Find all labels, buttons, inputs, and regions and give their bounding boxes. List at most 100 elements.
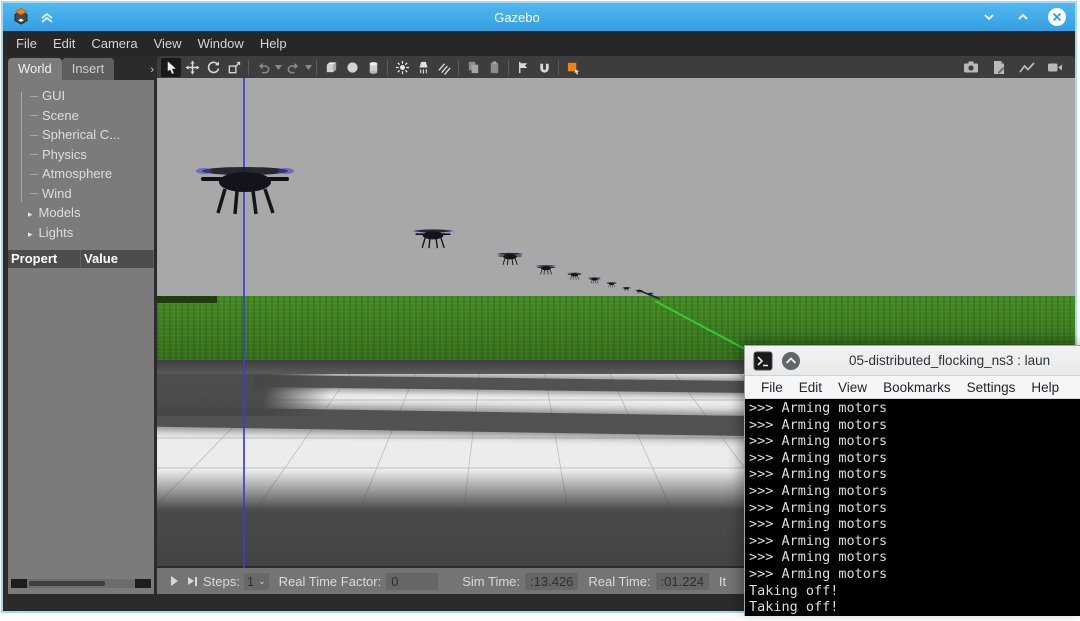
rotate-tool-icon[interactable]	[203, 58, 223, 77]
panel-tabs: World Insert ›	[8, 56, 154, 80]
drone-model[interactable]	[497, 250, 523, 266]
cylinder-shape-icon[interactable]	[363, 58, 383, 77]
rtf-value: 0	[386, 573, 438, 590]
drone-model[interactable]	[567, 271, 582, 280]
property-column-header: Propert	[8, 250, 81, 268]
terminal-menu-help[interactable]: Help	[1025, 378, 1065, 397]
drone-model[interactable]	[635, 289, 643, 294]
real-time-value: :01.224	[656, 573, 709, 590]
tree-item-physics[interactable]: Physics	[16, 145, 154, 165]
tree-item-spherical-c[interactable]: Spherical C...	[16, 125, 154, 145]
play-button[interactable]	[171, 576, 178, 586]
terminal-output[interactable]: >>> Arming motors>>> Arming motors>>> Ar…	[745, 399, 1080, 616]
redo-dropdown-icon[interactable]	[304, 58, 312, 77]
point-light-icon[interactable]	[392, 58, 412, 77]
video-record-icon[interactable]	[1045, 58, 1065, 77]
terminal-line: >>> Arming motors	[749, 417, 1079, 434]
minimize-icon[interactable]	[979, 7, 999, 27]
rollup-icon[interactable]	[39, 9, 55, 25]
steps-label: Steps:	[203, 574, 240, 589]
sim-time-label: Sim Time:	[462, 574, 520, 589]
terminal-menu-bookmarks[interactable]: Bookmarks	[877, 378, 957, 397]
gazebo-titlebar[interactable]: Gazebo	[3, 3, 1075, 31]
paste-icon[interactable]	[484, 58, 504, 77]
expand-arrow-icon[interactable]: ▸	[28, 229, 33, 239]
tree-item-lights[interactable]: ▸Lights	[16, 223, 154, 243]
tree-item-scene[interactable]: Scene	[16, 106, 154, 126]
drone-model[interactable]	[606, 281, 617, 288]
tab-world[interactable]: World	[8, 58, 62, 80]
tree-item-gui[interactable]: GUI	[16, 86, 154, 106]
drone-model[interactable]	[413, 225, 453, 249]
terminal-line: >>> Arming motors	[749, 433, 1079, 450]
scroll-right-button[interactable]	[135, 579, 151, 588]
tree-item-models[interactable]: ▸ Models	[16, 203, 154, 223]
terminal-titlebar[interactable]: 05-distributed_flocking_ns3 : laun	[745, 346, 1080, 376]
terminal-menu-file[interactable]: File	[755, 378, 789, 397]
scroll-left-button[interactable]	[11, 579, 27, 588]
gazebo-logo-icon	[11, 7, 31, 27]
terminal-menubar: FileEditViewBookmarksSettingsHelp	[745, 376, 1080, 399]
terminal-line: >>> Arming motors	[749, 566, 1079, 583]
log-record-icon[interactable]	[989, 58, 1009, 77]
plot-icon[interactable]	[1017, 58, 1037, 77]
menu-camera[interactable]: Camera	[84, 33, 144, 54]
terminal-line: >>> Arming motors	[749, 533, 1079, 550]
tree-item-atmosphere[interactable]: Atmosphere	[16, 164, 154, 184]
maximize-icon[interactable]	[1013, 7, 1033, 27]
close-icon[interactable]	[1047, 7, 1067, 27]
tab-overflow-arrow[interactable]: ›	[150, 64, 154, 76]
drone-model[interactable]	[195, 156, 295, 216]
tree-item-wind[interactable]: Wind	[16, 184, 154, 204]
steps-spinbox[interactable]: 1 ⌄	[244, 573, 269, 590]
expand-arrow-icon[interactable]: ▸	[28, 209, 33, 219]
terminal-menu-settings[interactable]: Settings	[961, 378, 1022, 397]
select-tool-icon[interactable]	[161, 58, 181, 77]
undo-dropdown-icon[interactable]	[274, 58, 282, 77]
property-table-empty	[8, 268, 154, 575]
tab-insert[interactable]: Insert	[62, 58, 115, 80]
menu-window[interactable]: Window	[191, 33, 251, 54]
tree-item-label: Models	[39, 205, 81, 220]
menu-help[interactable]: Help	[253, 33, 294, 54]
sphere-shape-icon[interactable]	[342, 58, 362, 77]
snap-magnet-icon[interactable]	[534, 58, 554, 77]
screenshot-icon[interactable]	[961, 58, 981, 77]
drone-model[interactable]	[588, 276, 601, 284]
keep-above-icon[interactable]	[781, 351, 801, 371]
world-panel: World Insert › GUISceneSpherical C...Phy…	[8, 56, 154, 594]
menu-view[interactable]: View	[147, 33, 189, 54]
model-editor-icon[interactable]	[563, 58, 583, 77]
terminal-menu-view[interactable]: View	[832, 378, 873, 397]
menu-file[interactable]: File	[9, 33, 44, 54]
undo-icon[interactable]	[253, 58, 273, 77]
horizontal-scrollbar[interactable]	[11, 577, 151, 590]
terminal-line: >>> Arming motors	[749, 400, 1079, 417]
drone-model[interactable]	[647, 292, 654, 296]
box-shape-icon[interactable]	[321, 58, 341, 77]
window-title: Gazebo	[55, 10, 979, 25]
scrollbar-thumb[interactable]	[29, 581, 105, 586]
property-table-header: Propert Value	[8, 250, 154, 268]
spot-light-icon[interactable]	[413, 58, 433, 77]
drone-model[interactable]	[622, 286, 631, 291]
value-column-header: Value	[81, 250, 154, 268]
scale-tool-icon[interactable]	[224, 58, 244, 77]
redo-icon[interactable]	[283, 58, 303, 77]
terminal-line: >>> Arming motors	[749, 516, 1079, 533]
gazebo-menubar: FileEditCameraViewWindowHelp	[3, 31, 1075, 56]
drone-model[interactable]	[536, 263, 556, 275]
real-time-label: Real Time:	[588, 574, 650, 589]
align-icon[interactable]	[513, 58, 533, 77]
terminal-window: 05-distributed_flocking_ns3 : laun FileE…	[744, 345, 1080, 616]
tree-item-label: Atmosphere	[42, 166, 112, 181]
terminal-title: 05-distributed_flocking_ns3 : laun	[849, 353, 1050, 368]
steps-value: 1	[247, 574, 254, 589]
copy-icon[interactable]	[463, 58, 483, 77]
step-button[interactable]	[188, 577, 197, 586]
scrollbar-track[interactable]	[27, 579, 135, 588]
menu-edit[interactable]: Edit	[46, 33, 82, 54]
terminal-menu-edit[interactable]: Edit	[793, 378, 828, 397]
translate-tool-icon[interactable]	[182, 58, 202, 77]
directional-light-icon[interactable]	[434, 58, 454, 77]
